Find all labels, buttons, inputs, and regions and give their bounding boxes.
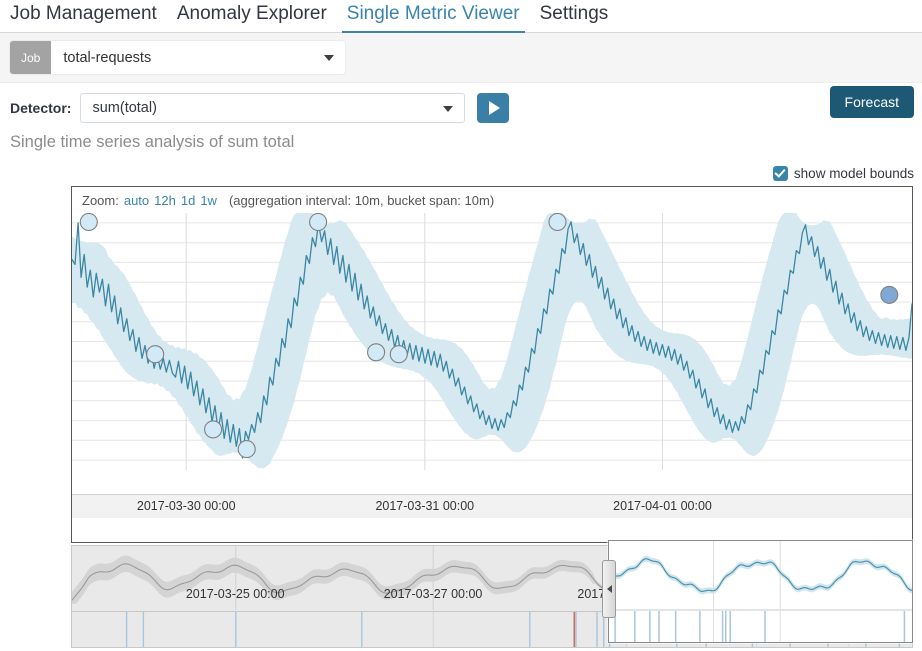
detector-selected-value: sum(total)	[92, 100, 156, 116]
play-icon	[489, 101, 500, 115]
chart-zoom-row: Zoom: auto 12h 1d 1w (aggregation interv…	[72, 187, 912, 213]
zoom-option-1d[interactable]: 1d	[181, 193, 195, 208]
main-tab-bar: Job Management Anomaly Explorer Single M…	[0, 0, 922, 33]
single-metric-chart: Zoom: auto 12h 1d 1w (aggregation interv…	[71, 186, 913, 543]
detector-row: Detector: sum(total) Forecast	[0, 83, 922, 125]
navigator-tick-label: 2017-03-27 00:00	[384, 587, 483, 601]
chevron-left-icon	[607, 585, 612, 593]
forecast-button[interactable]: Forecast	[830, 86, 914, 118]
zoom-label: Zoom:	[82, 193, 119, 208]
tab-single-metric-viewer[interactable]: Single Metric Viewer	[337, 4, 530, 32]
detector-chevron-down-icon	[443, 106, 453, 112]
show-model-bounds-checkbox[interactable]	[773, 166, 788, 181]
zoom-option-auto[interactable]: auto	[124, 193, 149, 208]
x-axis-tick-label: 2017-04-01 00:00	[613, 499, 712, 513]
navigator-handle-left[interactable]	[602, 560, 616, 618]
play-button[interactable]	[477, 93, 509, 123]
x-axis-tick-label: 2017-03-31 00:00	[375, 499, 474, 513]
y-axis-labels: 6,800,0006,600,0006,400,0006,200,0006,00…	[72, 213, 912, 518]
detector-label: Detector:	[10, 100, 71, 116]
show-model-bounds-label: show model bounds	[794, 166, 914, 181]
aggregation-info: (aggregation interval: 10m, bucket span:…	[229, 193, 494, 208]
chart-navigator[interactable]: 2017-03-25 00:002017-03-27 00:002017-03-…	[71, 545, 913, 648]
x-axis: 2017-03-30 00:00 2017-03-31 00:00 2017-04-…	[72, 494, 912, 518]
tab-settings[interactable]: Settings	[530, 4, 619, 32]
detector-select[interactable]: sum(total)	[80, 93, 465, 123]
job-selected-value: total-requests	[51, 41, 313, 74]
page-subtitle: Single time series analysis of sum total	[0, 133, 922, 152]
tab-anomaly-explorer[interactable]: Anomaly Explorer	[167, 4, 337, 32]
show-model-bounds-control[interactable]: show model bounds	[773, 166, 914, 181]
job-tag-label: Job	[10, 41, 51, 74]
navigator-tick-label: 2017-03-25 00:00	[186, 587, 285, 601]
chart-plot-area[interactable]: 6,800,0006,600,0006,400,0006,200,0006,00…	[72, 213, 912, 518]
zoom-option-1w[interactable]: 1w	[200, 193, 217, 208]
x-axis-tick-label: 2017-03-30 00:00	[137, 499, 236, 513]
job-selector-row: Job total-requests	[0, 33, 922, 83]
zoom-option-12h[interactable]: 12h	[154, 193, 176, 208]
navigator-selection-svg	[609, 541, 912, 642]
job-chevron-down-icon[interactable]	[313, 41, 345, 74]
tab-job-management[interactable]: Job Management	[0, 4, 167, 32]
navigator-selection-window[interactable]	[608, 540, 913, 643]
job-selector[interactable]: Job total-requests	[10, 41, 345, 74]
